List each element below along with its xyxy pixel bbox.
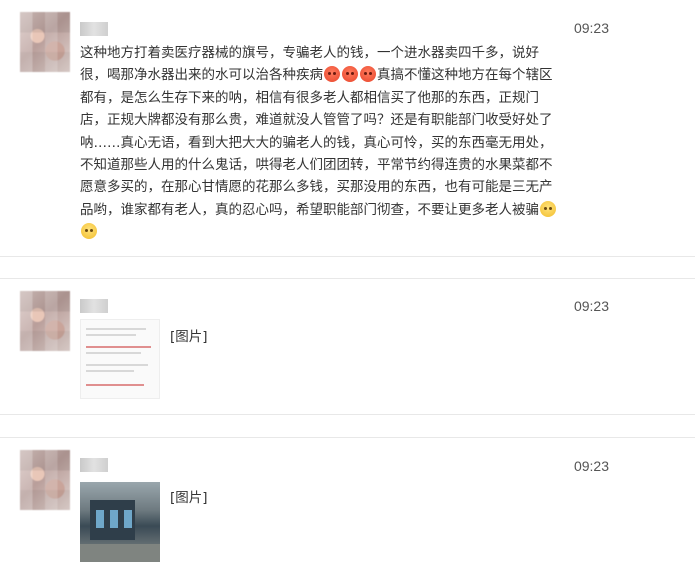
username-blurred (80, 458, 108, 472)
image-thumbnail[interactable] (80, 319, 160, 399)
image-label[interactable]: [图片] (170, 325, 208, 345)
comment-time: 09:23 (573, 298, 609, 314)
username-blurred (80, 299, 108, 313)
image-label[interactable]: [图片] (170, 486, 208, 506)
comment-text: 这种地方打着卖医疗器械的旗号，专骗老人的钱，一个进水器卖四千多，说好 很，喝那净… (80, 42, 580, 244)
image-thumbnail[interactable] (80, 482, 160, 562)
angry-face-icon (360, 66, 376, 83)
comment-item: 09:23 [图片] (0, 278, 695, 415)
pleading-face-icon (81, 223, 97, 240)
angry-face-icon (324, 66, 340, 83)
avatar[interactable] (20, 291, 70, 351)
comment-item: 09:23 这种地方打着卖医疗器械的旗号，专骗老人的钱，一个进水器卖四千多，说好… (0, 0, 695, 257)
comment-time: 09:23 (573, 20, 609, 36)
angry-face-icon (342, 66, 358, 83)
avatar[interactable] (20, 450, 70, 510)
comment-item: 09:23 [图片] (0, 437, 695, 574)
pleading-face-icon (540, 200, 556, 217)
username-blurred (80, 22, 108, 36)
comment-time: 09:23 (573, 458, 609, 474)
avatar[interactable] (20, 12, 70, 72)
